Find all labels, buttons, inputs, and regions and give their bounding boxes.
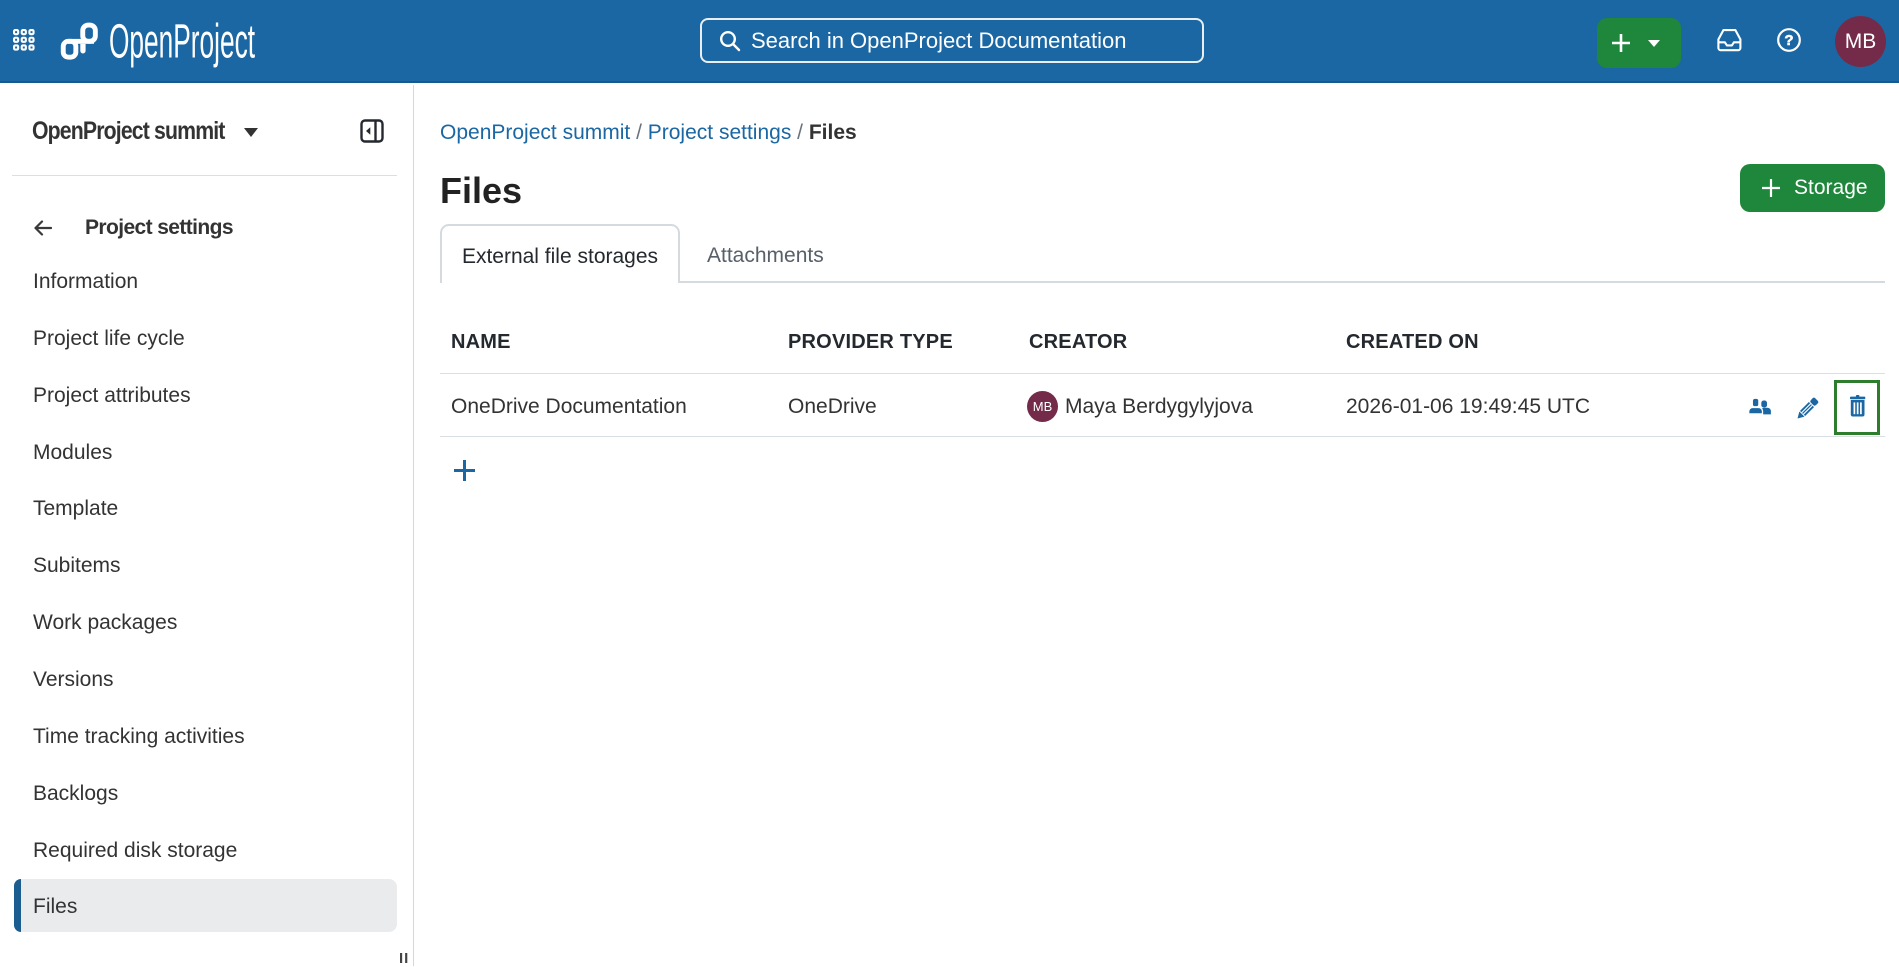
svg-text:?: ? bbox=[1784, 32, 1793, 49]
svg-text:OpenProject: OpenProject bbox=[109, 18, 255, 68]
